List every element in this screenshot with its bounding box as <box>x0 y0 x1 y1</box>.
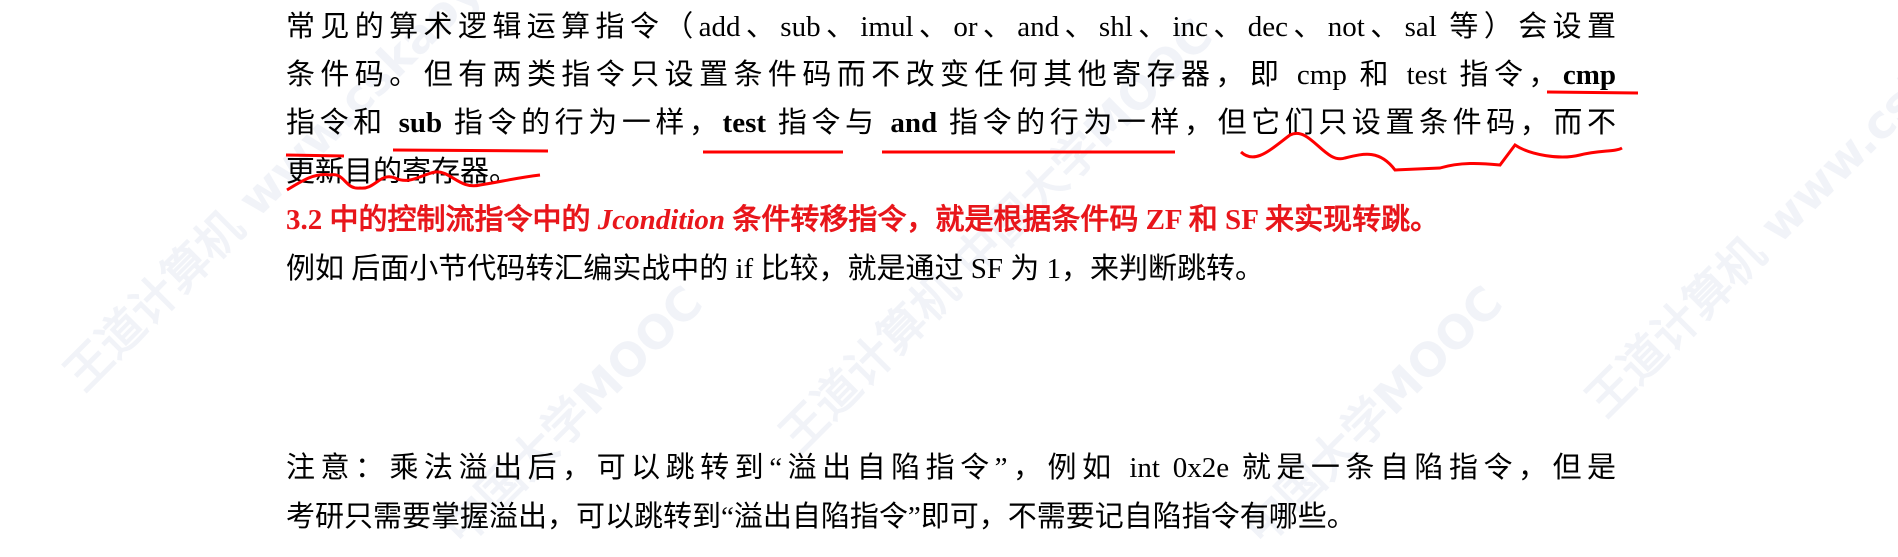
text-line: 更新目的寄存器。 <box>286 156 519 188</box>
text-line: 条件码。但有两类指令只设置条件码而不改变任何其他寄存器，即 cmp 和 test… <box>286 51 1616 99</box>
highlight-line: 3.2 中的控制流指令中的 Jcondition 条件转移指令，就是根据条件码 … <box>286 196 1616 244</box>
text-span: 指令的行为一样，但它们只设置条件码，而不 <box>937 107 1616 139</box>
bold-term-and: and <box>890 107 938 139</box>
text-line: 指令和 sub 指令的行为一样，test 指令与 and 指令的行为一样，但它们… <box>286 99 1616 147</box>
bold-term-test: test <box>722 107 767 139</box>
text-span: 指令的行为一样， <box>442 107 723 139</box>
note-line: 考研只需要掌握溢出，可以跳转到“溢出自陷指令”即可，不需要记自陷指令有哪些。 <box>286 501 1356 533</box>
text-line: 例如 后面小节代码转汇编实战中的 if 比较，就是通过 SF 为 1，来判断跳转… <box>286 253 1264 285</box>
note-line: 注意：乘法溢出后，可以跳转到“溢出自陷指令”，例如 int 0x2e 就是一条自… <box>286 452 1616 484</box>
bold-term-sub: sub <box>398 107 443 139</box>
text-span: 指令和 <box>286 107 399 139</box>
text-span: 条件转移指令，就是根据条件码 ZF 和 SF 来实现转跳。 <box>725 204 1440 236</box>
bold-term-cmp: cmp <box>1562 59 1616 91</box>
text-line: 常见的算术逻辑运算指令（add、sub、imul、or、and、shl、inc、… <box>286 11 1616 43</box>
text-span: 条件码。但有两类指令只设置条件码而不改变任何其他寄存器，即 cmp 和 test… <box>286 59 1563 91</box>
text-span: 3.2 中的控制流指令中的 <box>286 204 598 236</box>
italic-term: Jcondition <box>597 204 726 236</box>
text-span: 指令与 <box>766 107 891 139</box>
watermark: 王道计算机 www.cskaoyan <box>1575 0 1898 427</box>
